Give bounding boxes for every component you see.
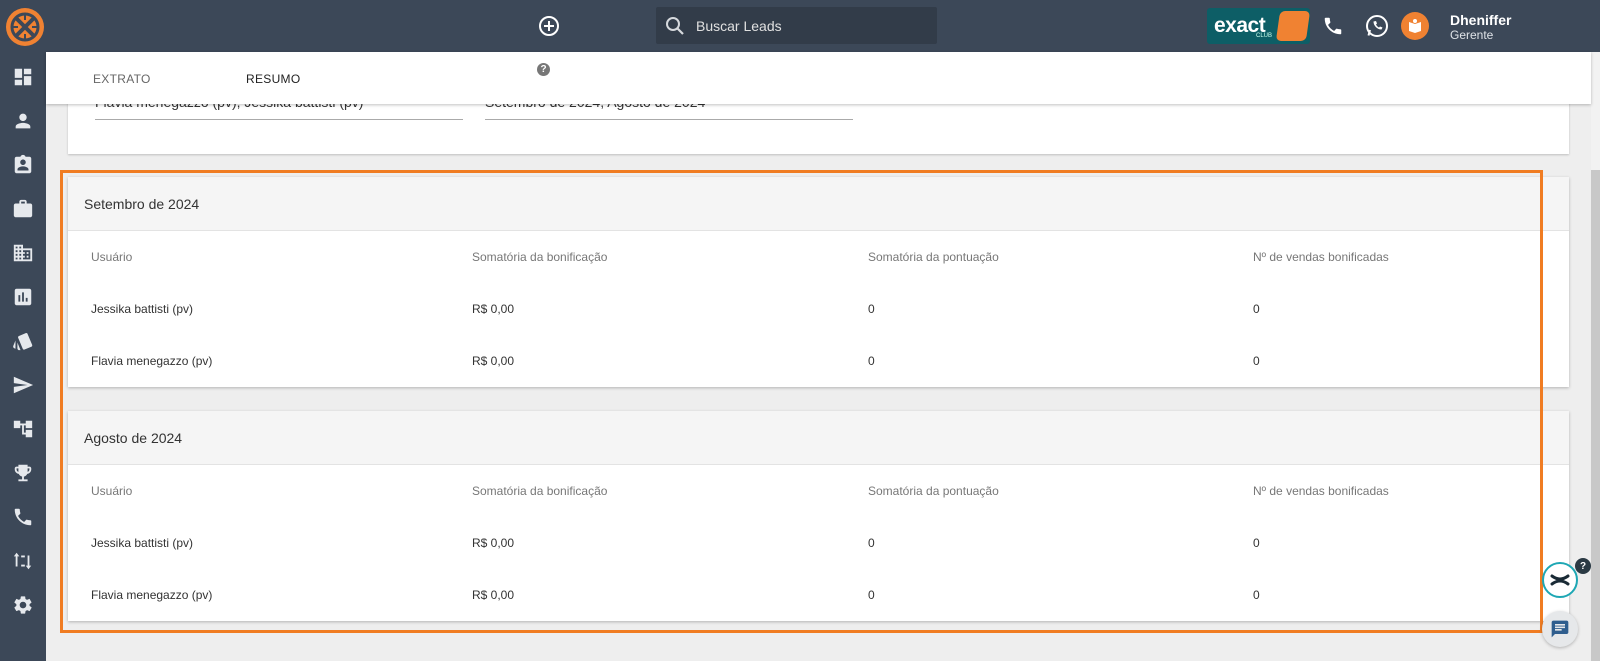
app-logo-icon[interactable]	[6, 8, 44, 46]
add-circle-icon[interactable]	[538, 15, 560, 37]
chat-icon	[1551, 620, 1569, 638]
reports-icon[interactable]	[12, 286, 34, 308]
cell-bonus-sum: R$ 0,00	[472, 354, 515, 368]
briefcase-icon[interactable]	[12, 198, 34, 220]
user-name[interactable]: Dheniffer	[1450, 12, 1511, 28]
sidebar	[0, 52, 46, 661]
search-icon	[665, 16, 685, 36]
tabs-bar: EXTRATO RESUMO ?	[46, 52, 1591, 104]
cell-bonus-sum: R$ 0,00	[472, 588, 515, 602]
col-header-score-sum: Somatória da pontuação	[868, 484, 999, 498]
cell-user: Flavia menegazzo (pv)	[91, 588, 213, 602]
phone-icon[interactable]	[1322, 15, 1344, 37]
table-row: Flavia menegazzo (pv) R$ 0,00 0 0	[68, 335, 1569, 387]
cell-score-sum: 0	[868, 302, 875, 316]
swap-icon[interactable]	[12, 550, 34, 572]
user-avatar[interactable]	[1401, 12, 1429, 40]
cell-bonus-sales: 0	[1253, 536, 1260, 550]
cell-bonus-sum: R$ 0,00	[472, 536, 515, 550]
summary-table: Usuário Somatória da bonificação Somatór…	[68, 465, 1569, 621]
user-role: Gerente	[1450, 28, 1494, 42]
support-badge: ?	[1575, 558, 1591, 574]
search-input[interactable]	[696, 17, 916, 34]
send-icon[interactable]	[12, 374, 34, 396]
cell-user: Jessika battisti (pv)	[91, 302, 194, 316]
settings-icon[interactable]	[12, 594, 34, 616]
col-header-bonus-sum: Somatória da bonificação	[472, 484, 608, 498]
col-header-user: Usuário	[91, 484, 133, 498]
hierarchy-icon[interactable]	[12, 418, 34, 440]
building-icon[interactable]	[12, 242, 34, 264]
top-bar: exact CLUB Dheniffer Gerente	[0, 0, 1600, 52]
trophy-icon[interactable]	[12, 462, 34, 484]
summary-table: Usuário Somatória da bonificação Somatór…	[68, 231, 1569, 387]
cell-score-sum: 0	[868, 536, 875, 550]
col-header-bonus-sum: Somatória da bonificação	[472, 250, 608, 264]
month-card-agosto: Agosto de 2024 Usuário Somatória da boni…	[68, 411, 1569, 621]
col-header-bonus-sales: Nº de vendas bonificadas	[1253, 484, 1389, 498]
whatsapp-icon[interactable]	[1364, 13, 1390, 39]
chat-button[interactable]	[1542, 611, 1578, 647]
club-label: CLUB	[1256, 33, 1273, 39]
search-bar[interactable]	[656, 7, 937, 44]
table-row: Jessika battisti (pv) R$ 0,00 0 0	[68, 517, 1569, 569]
month-card-setembro: Setembro de 2024 Usuário Somatória da bo…	[68, 177, 1569, 387]
table-row: Jessika battisti (pv) R$ 0,00 0 0	[68, 283, 1569, 335]
cell-user: Jessika battisti (pv)	[91, 536, 194, 550]
exact-play-icon	[1275, 11, 1311, 41]
exact-club-logo[interactable]: exact CLUB	[1207, 8, 1311, 44]
table-header-row: Usuário Somatória da bonificação Somatór…	[68, 465, 1569, 517]
col-header-score-sum: Somatória da pontuação	[868, 250, 999, 264]
phone-icon[interactable]	[12, 506, 34, 528]
cell-user: Flavia menegazzo (pv)	[91, 354, 213, 368]
scrollbar-thumb[interactable]	[1591, 170, 1600, 661]
support-logo-icon	[1550, 574, 1570, 586]
table-row: Flavia menegazzo (pv) R$ 0,00 0 0	[68, 569, 1569, 621]
tab-extrato[interactable]: EXTRATO	[93, 72, 151, 86]
month-title: Agosto de 2024	[68, 411, 1569, 465]
col-header-user: Usuário	[91, 250, 133, 264]
cell-score-sum: 0	[868, 588, 875, 602]
tab-resumo[interactable]: RESUMO	[246, 72, 300, 86]
table-header-row: Usuário Somatória da bonificação Somatór…	[68, 231, 1569, 283]
cards-icon[interactable]	[12, 330, 34, 352]
cell-bonus-sales: 0	[1253, 588, 1260, 602]
help-icon[interactable]: ?	[537, 63, 550, 76]
contacts-icon[interactable]	[12, 154, 34, 176]
cell-bonus-sales: 0	[1253, 302, 1260, 316]
dashboard-icon[interactable]	[12, 66, 34, 88]
support-widget-button[interactable]: ?	[1542, 558, 1591, 598]
month-title: Setembro de 2024	[68, 177, 1569, 231]
cell-score-sum: 0	[868, 354, 875, 368]
cell-bonus-sales: 0	[1253, 354, 1260, 368]
filter-card: Flavia menegazzo (pv), Jessika battisti …	[68, 100, 1569, 154]
person-icon[interactable]	[12, 110, 34, 132]
col-header-bonus-sales: Nº de vendas bonificadas	[1253, 250, 1389, 264]
cell-bonus-sum: R$ 0,00	[472, 302, 515, 316]
